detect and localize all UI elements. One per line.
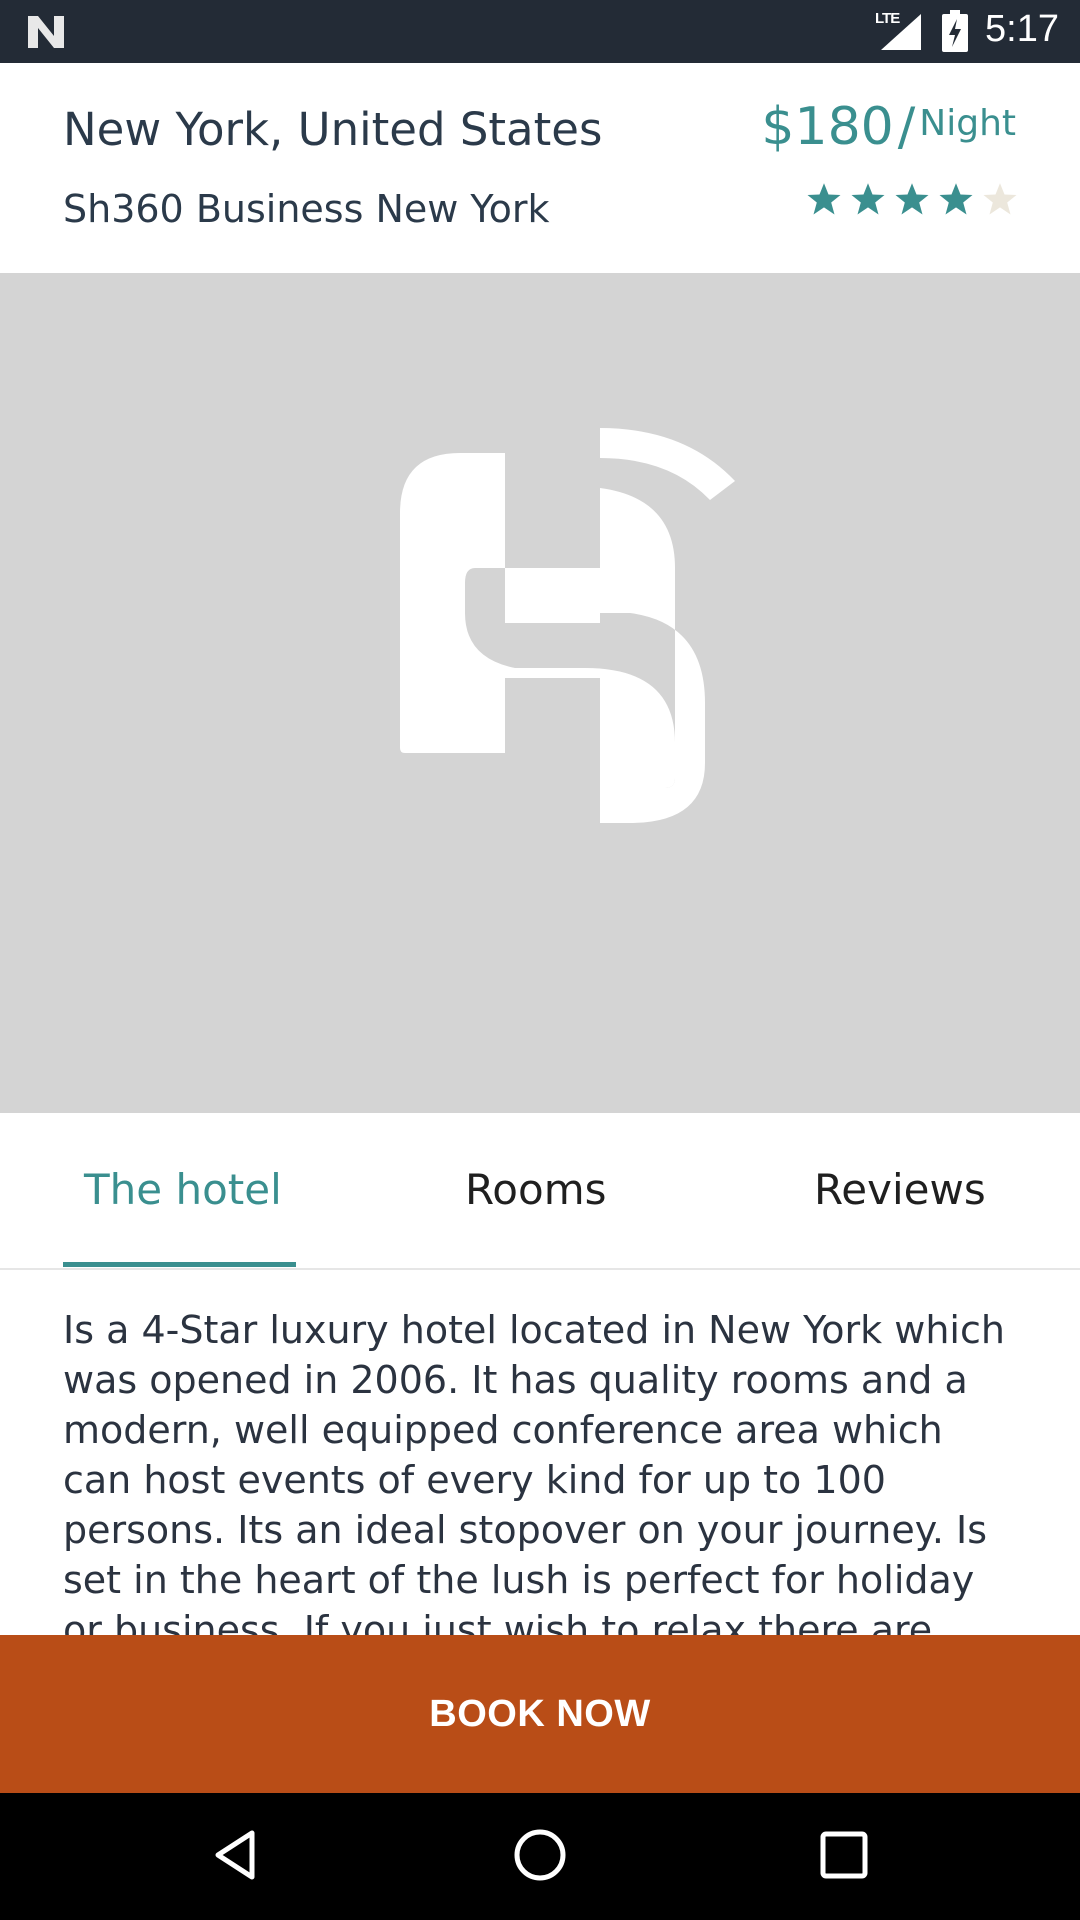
tab-reviews[interactable]: Reviews	[814, 1165, 986, 1214]
recents-icon[interactable]	[814, 1825, 874, 1885]
book-now-button[interactable]: BOOK NOW	[0, 1635, 1080, 1793]
signal-icon	[881, 14, 921, 50]
active-tab-indicator	[63, 1262, 296, 1267]
hotel-name: Sh360 Business New York	[63, 187, 550, 231]
home-icon[interactable]	[510, 1825, 570, 1885]
hotel-image	[0, 273, 1080, 1113]
hotel-logo-placeholder-icon	[400, 428, 735, 823]
status-bar: LTE 5:17	[0, 0, 1080, 63]
star-filled-icon	[895, 183, 929, 215]
tab-rooms[interactable]: Rooms	[465, 1165, 606, 1214]
price-amount: $180	[761, 97, 894, 157]
hotel-description: Is a 4-Star luxury hotel located in New …	[63, 1308, 1005, 1635]
notification-n-icon	[28, 16, 64, 48]
star-empty-icon	[983, 183, 1017, 215]
book-now-label: BOOK NOW	[429, 1692, 651, 1735]
tab-bar: The hotel Rooms Reviews	[0, 1113, 1080, 1270]
hotel-header: New York, United States Sh360 Business N…	[0, 63, 1080, 273]
tab-the-hotel[interactable]: The hotel	[84, 1165, 282, 1214]
star-filled-icon	[807, 183, 841, 215]
price-unit: Night	[919, 103, 1016, 144]
clock: 5:17	[985, 8, 1059, 50]
battery-charging-icon	[942, 10, 968, 52]
star-filled-icon	[939, 183, 973, 215]
price: $180 / Night	[761, 97, 1016, 157]
star-rating	[806, 181, 1018, 217]
hotel-location: New York, United States	[63, 103, 603, 156]
navigation-bar	[0, 1793, 1080, 1920]
back-icon[interactable]	[206, 1825, 266, 1885]
price-separator: /	[897, 97, 916, 157]
star-filled-icon	[851, 183, 885, 215]
